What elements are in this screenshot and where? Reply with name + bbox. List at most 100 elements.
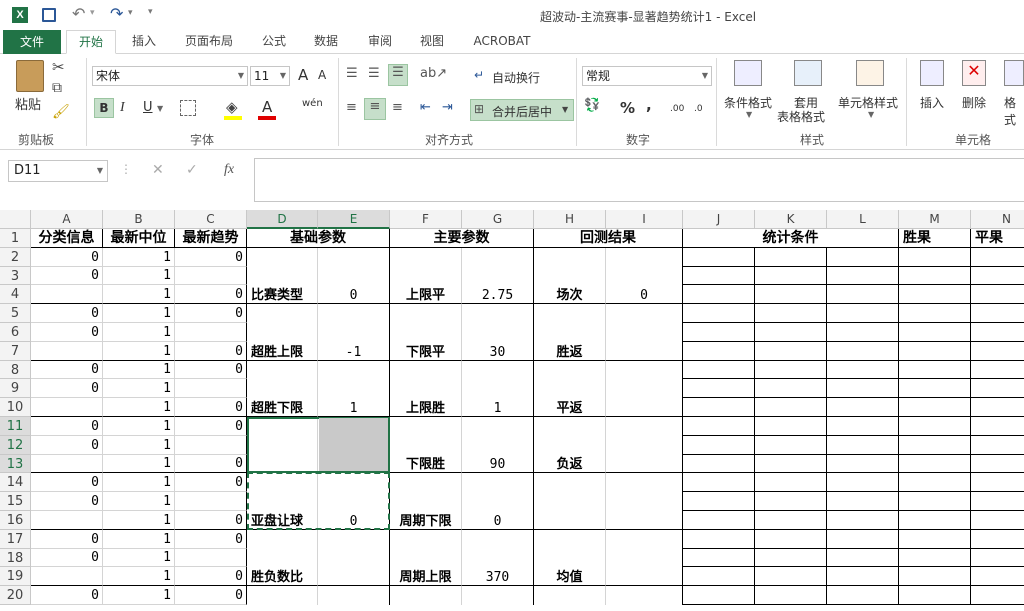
cell-a[interactable] <box>31 455 103 473</box>
result-label-h[interactable]: 场次 <box>534 248 606 304</box>
customize-qat-icon[interactable]: ▾ <box>148 7 153 17</box>
stats-cell[interactable] <box>827 586 899 605</box>
row-header[interactable]: 1 <box>0 229 31 248</box>
tab-acrobat[interactable]: ACROBAT <box>464 30 540 54</box>
cell-c[interactable]: 0 <box>175 567 247 586</box>
redo-dropdown-icon[interactable]: ▾ <box>128 8 133 18</box>
percent-button[interactable]: % <box>620 99 635 117</box>
stats-cell[interactable] <box>899 511 971 530</box>
tab-review[interactable]: 审阅 <box>356 30 404 54</box>
stats-cell[interactable] <box>683 436 755 455</box>
param-value-g[interactable]: 30 <box>462 304 534 361</box>
stats-cell[interactable] <box>755 473 827 492</box>
enter-icon[interactable]: ✓ <box>186 162 198 178</box>
font-name-dropdown[interactable]: 宋体 ▼ <box>92 66 248 86</box>
param-value-e[interactable]: 0 <box>318 248 390 304</box>
cell-a[interactable]: 0 <box>31 530 103 549</box>
column-header[interactable]: G <box>462 210 534 229</box>
stats-cell[interactable] <box>827 379 899 398</box>
orientation-icon[interactable]: ab↗ <box>420 66 447 81</box>
cell-b[interactable]: 1 <box>103 323 175 342</box>
stats-cell[interactable] <box>971 473 1024 492</box>
stats-cell[interactable] <box>971 436 1024 455</box>
stats-cell[interactable] <box>971 455 1024 473</box>
row-header[interactable]: 8 <box>0 361 31 379</box>
column-header[interactable]: D <box>247 210 318 229</box>
stats-cell[interactable] <box>683 304 755 323</box>
row-header[interactable]: 20 <box>0 586 31 605</box>
tab-insert[interactable]: 插入 <box>122 30 166 54</box>
stats-cell[interactable] <box>827 549 899 567</box>
stats-cell[interactable] <box>755 361 827 379</box>
param-label-d[interactable]: 超胜上限 <box>247 304 318 361</box>
tab-home[interactable]: 开始 <box>66 30 116 54</box>
undo-icon[interactable]: ↶ <box>72 4 85 23</box>
cell-b[interactable]: 1 <box>103 567 175 586</box>
cell-c[interactable] <box>175 436 247 455</box>
stats-cell[interactable] <box>755 530 827 549</box>
cell-a[interactable]: 0 <box>31 586 103 605</box>
increase-indent-icon[interactable]: ⇥ <box>442 100 453 115</box>
stats-cell[interactable] <box>683 361 755 379</box>
stats-cell[interactable] <box>755 379 827 398</box>
row-header[interactable]: 9 <box>0 379 31 398</box>
row-header[interactable]: 19 <box>0 567 31 586</box>
cell-a[interactable] <box>31 285 103 304</box>
stats-cell[interactable] <box>683 267 755 285</box>
param-label-f[interactable]: 上限平 <box>390 248 462 304</box>
currency-icon[interactable]: 💱 <box>584 98 600 113</box>
shrink-font-button[interactable]: A <box>318 68 326 82</box>
stats-cell[interactable] <box>683 511 755 530</box>
stats-cell[interactable] <box>755 267 827 285</box>
phonetic-button[interactable]: wén <box>302 98 323 109</box>
insert-function-button[interactable]: fx <box>224 162 234 178</box>
result-label-h[interactable]: 均值 <box>534 530 606 586</box>
stats-cell[interactable] <box>827 511 899 530</box>
merge-center-button[interactable]: 合并后居中 <box>492 103 552 120</box>
cell-a[interactable]: 0 <box>31 549 103 567</box>
stats-cell[interactable] <box>971 417 1024 436</box>
cell-b[interactable]: 1 <box>103 436 175 455</box>
stats-cell[interactable] <box>683 530 755 549</box>
cell-a[interactable] <box>31 342 103 361</box>
stats-cell[interactable] <box>899 436 971 455</box>
number-format-dropdown[interactable]: 常规 ▼ <box>582 66 712 86</box>
stats-cell[interactable] <box>899 567 971 586</box>
row-header[interactable]: 3 <box>0 267 31 285</box>
stats-cell[interactable] <box>683 549 755 567</box>
cell-styles-button[interactable]: 单元格样式 <box>838 94 898 111</box>
stats-cell[interactable] <box>899 473 971 492</box>
cell-b[interactable]: 1 <box>103 342 175 361</box>
stats-cell[interactable] <box>827 492 899 511</box>
cell-b[interactable]: 1 <box>103 492 175 511</box>
stats-cell[interactable] <box>899 248 971 267</box>
stats-cell[interactable] <box>899 323 971 342</box>
stats-cell[interactable] <box>683 417 755 436</box>
decrease-decimal-button[interactable]: .0 <box>694 104 703 114</box>
stats-cell[interactable] <box>827 567 899 586</box>
param-label-f[interactable]: 下限胜 <box>390 417 462 473</box>
stats-cell[interactable] <box>827 285 899 304</box>
stats-cell[interactable] <box>827 267 899 285</box>
row-header[interactable]: 2 <box>0 248 31 267</box>
cell-a[interactable]: 0 <box>31 379 103 398</box>
stats-cell[interactable] <box>683 379 755 398</box>
column-header[interactable]: I <box>606 210 683 229</box>
cell-a[interactable]: 0 <box>31 323 103 342</box>
param-label-d[interactable]: 超胜下限 <box>247 361 318 417</box>
result-value-i[interactable] <box>606 473 683 530</box>
underline-button[interactable]: U <box>143 100 153 115</box>
result-label-h[interactable]: 负返 <box>534 417 606 473</box>
result-value-i[interactable] <box>606 530 683 586</box>
stats-cell[interactable] <box>827 436 899 455</box>
stats-cell[interactable] <box>971 567 1024 586</box>
column-header[interactable]: M <box>899 210 971 229</box>
result-value-i[interactable]: 0 <box>606 248 683 304</box>
stats-cell[interactable] <box>683 323 755 342</box>
wrap-text-button[interactable]: 自动换行 <box>492 69 540 86</box>
cell-b[interactable]: 1 <box>103 248 175 267</box>
header-win[interactable]: 胜果 <box>899 229 971 248</box>
row-header[interactable]: 14 <box>0 473 31 492</box>
param-value-e[interactable] <box>318 530 390 586</box>
stats-cell[interactable] <box>755 511 827 530</box>
